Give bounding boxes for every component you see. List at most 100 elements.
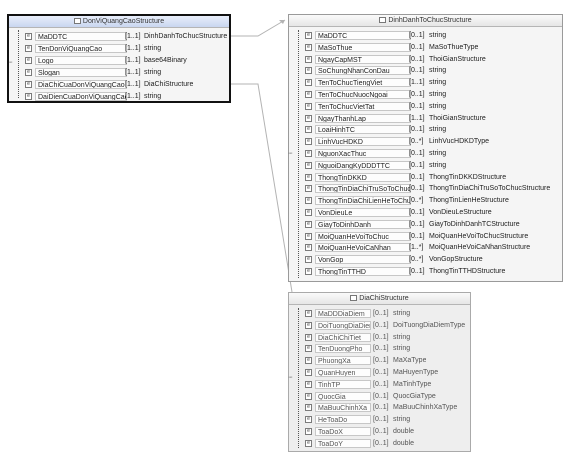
field-row-thongtindkkd[interactable]: e ThongTinDKKD [0..1] ThongTinDKKDStructure xyxy=(289,172,562,184)
field-cardinality: [0..1] xyxy=(373,427,389,435)
field-name[interactable]: QuocGia xyxy=(315,391,371,401)
field-row-slogan[interactable]: e Slogan [1..1] string xyxy=(9,67,229,79)
field-row-maddtc[interactable]: e MaDDTC [0..1] string xyxy=(289,30,562,42)
dinh-danh-to-chuc-structure-box[interactable]: DinhDanhToChucStructure e MaDDTC [0..1] str… xyxy=(288,14,563,282)
field-name[interactable]: MaBuuChinhXa xyxy=(315,403,371,413)
field-type: string xyxy=(393,333,411,341)
field-row-thongtindiachilienhetochuc[interactable]: e ThongTinDiaChiLienHeToChuc [0..*] ThongTi… xyxy=(289,195,562,207)
field-cardinality: [0..1] xyxy=(409,90,425,98)
field-name[interactable]: TenDonViQuangCao xyxy=(35,44,127,53)
field-name[interactable]: MaDDTC xyxy=(315,31,411,40)
field-row-madddiadiem[interactable]: e MaDDDiaDiem [0..1] string xyxy=(289,308,470,320)
field-name[interactable]: NgayCapMST xyxy=(315,54,411,64)
field-name[interactable]: MoiQuanHeVoiToChuc xyxy=(315,231,411,241)
field-name[interactable]: ToaDoY xyxy=(315,438,371,448)
dia-chi-structure-box[interactable]: DiaChiStructure e MaDDDiaDiem [0..1] string… xyxy=(288,292,471,452)
field-row-toadox[interactable]: e ToaDoX [0..1] double xyxy=(289,426,470,438)
field-name[interactable]: Logo xyxy=(35,56,127,65)
field-name[interactable]: ThongTinTTHD xyxy=(315,266,411,276)
field-name[interactable]: VonDieuLe xyxy=(315,207,411,217)
field-row-toadoy[interactable]: e ToaDoY [0..1] double xyxy=(289,438,470,450)
field-row-phuongxa[interactable]: e PhuongXa [0..1] MaXaType xyxy=(289,355,470,367)
field-row-ngaycapmst[interactable]: e NgayCapMST [0..1] ThoiGianStructure xyxy=(289,54,562,66)
field-row-tentochucnuocngoai[interactable]: e TenToChucNuocNgoai [0..1] string xyxy=(289,89,562,101)
field-row-diachicuadonviquangcao[interactable]: e DiaChiCuaDonViQuangCao [1..1] DiaChiStruc… xyxy=(9,79,229,91)
field-row-quocgia[interactable]: e QuocGia [0..1] QuocGiaType xyxy=(289,391,470,403)
field-cardinality: [1..1] xyxy=(125,93,141,100)
field-cardinality: [1..1] xyxy=(125,81,141,88)
field-row-tenduongpho[interactable]: e TenDuongPho [0..1] string xyxy=(289,343,470,355)
field-row-diachichitiet[interactable]: e DiaChiChiTiet [0..1] string xyxy=(289,332,470,344)
element-icon: e xyxy=(305,333,312,341)
field-cardinality: [1..1] xyxy=(125,57,141,64)
field-name[interactable]: ThongTinDKKD xyxy=(315,172,411,182)
field-row-tendonviquangcao[interactable]: e TenDonViQuangCao [1..1] string xyxy=(9,43,229,55)
field-row-vongop[interactable]: e VonGop [0..*] VonGopStructure xyxy=(289,254,562,266)
field-name[interactable]: MaDDDiaDiem xyxy=(315,309,371,318)
field-row-linhvuchdkd[interactable]: e LinhVucHDKD [0..*] LinhVucHDKDType xyxy=(289,136,562,148)
field-row-thongtindiachitrusotochuc[interactable]: e ThongTinDiaChiTruSoToChuc [0..1] ThongTin… xyxy=(289,183,562,195)
field-row-maddtc[interactable]: e MaDDTC [1..1] DinhDanhToChucStructure xyxy=(9,31,229,43)
don-vi-quang-cao-structure-box[interactable]: DonViQuangCaoStructure e MaDDTC [1..1] Dinh… xyxy=(7,14,231,103)
dia-chi-header[interactable]: DiaChiStructure xyxy=(289,293,470,305)
field-name[interactable]: SoChungNhanConDau xyxy=(315,66,411,76)
field-name[interactable]: LinhVucHDKD xyxy=(315,137,411,147)
field-type: ThongTinTTHDStructure xyxy=(429,267,506,275)
field-name[interactable]: TenToChucTiengViet xyxy=(315,78,411,88)
field-name[interactable]: DaiDienCuaDonViQuangCao xyxy=(35,92,127,101)
field-name[interactable]: Slogan xyxy=(35,68,127,77)
field-row-hetoado[interactable]: e HeToaDo [0..1] string xyxy=(289,414,470,426)
field-type: double xyxy=(393,427,415,435)
don-vi-quang-cao-header[interactable]: DonViQuangCaoStructure xyxy=(9,16,229,28)
field-name[interactable]: VonGop xyxy=(315,255,411,265)
field-row-moiquanhevoitochuc[interactable]: e MoiQuanHeVoiToChuc [0..1] MoiQuanHeVoiToC… xyxy=(289,231,562,243)
field-row-tinhtp[interactable]: e TinhTP [0..1] MaTinhType xyxy=(289,379,470,391)
field-type: DiaChiStructure xyxy=(144,81,194,88)
field-name[interactable]: MaSoThue xyxy=(315,42,411,52)
field-row-thongtintthd[interactable]: e ThongTinTTHD [0..1] ThongTinTTHDStructure xyxy=(289,266,562,278)
field-row-moiquanhevoicanhan[interactable]: e MoiQuanHeVoiCaNhan [1..*] MoiQuanHeVoiCaN… xyxy=(289,242,562,254)
field-cardinality: [1..1] xyxy=(409,79,425,87)
element-icon: e xyxy=(305,43,312,51)
field-name[interactable]: NguonXacThuc xyxy=(315,148,411,158)
field-name[interactable]: PhuongXa xyxy=(315,356,371,366)
field-name[interactable]: NgayThanhLap xyxy=(315,113,411,123)
field-row-nguonxacthuc[interactable]: e NguonXacThuc [0..1] string xyxy=(289,148,562,160)
field-name[interactable]: TenToChucVietTat xyxy=(315,101,411,111)
field-row-nguoidangkydddttc[interactable]: e NguoiDangKyDDDTTC [0..1] string xyxy=(289,160,562,172)
field-name[interactable]: TenToChucNuocNgoai xyxy=(315,89,411,99)
field-name[interactable]: TinhTP xyxy=(315,379,371,389)
field-type: string xyxy=(393,310,411,317)
field-name[interactable]: MoiQuanHeVoiCaNhan xyxy=(315,243,411,253)
field-row-giaytodinhdanh[interactable]: e GiayToDinhDanh [0..1] GiayToDinhDanhTCStr… xyxy=(289,219,562,231)
sequence-indicator-dinh-danh[interactable]: ··· xyxy=(288,150,293,157)
sequence-indicator-dia-chi[interactable]: ··· xyxy=(288,374,293,381)
field-name[interactable]: LoaiHinhTC xyxy=(315,125,411,135)
field-row-masothue[interactable]: e MaSoThue [0..1] MaSoThueType xyxy=(289,42,562,54)
dinh-danh-to-chuc-header[interactable]: DinhDanhToChucStructure xyxy=(289,15,562,27)
sequence-indicator-don-vi[interactable]: ··· xyxy=(8,59,13,66)
field-row-doituongdiadiem[interactable]: e DoiTuongDiaDiem [0..1] DoiTuongDiaDiemTyp… xyxy=(289,320,470,332)
field-row-daidiencuadonviquangcao[interactable]: e DaiDienCuaDonViQuangCao [1..1] string xyxy=(9,91,229,103)
field-row-tentochucviettat[interactable]: e TenToChucVietTat [0..1] string xyxy=(289,101,562,113)
field-row-quanhuyen[interactable]: e QuanHuyen [0..1] MaHuyenType xyxy=(289,367,470,379)
field-name[interactable]: DoiTuongDiaDiem xyxy=(315,320,371,330)
field-name[interactable]: QuanHuyen xyxy=(315,367,371,377)
field-name[interactable]: TenDuongPho xyxy=(315,344,371,354)
field-name[interactable]: ThongTinDiaChiTruSoToChuc xyxy=(315,184,411,194)
field-name[interactable]: ThongTinDiaChiLienHeToChuc xyxy=(315,196,411,206)
field-row-vondieule[interactable]: e VonDieuLe [0..1] VonDieuLeStructure xyxy=(289,207,562,219)
field-row-ngaythanhlap[interactable]: e NgayThanhLap [1..1] ThoiGianStructure xyxy=(289,113,562,125)
field-name[interactable]: NguoiDangKyDDDTTC xyxy=(315,160,411,170)
field-row-tentochuctiengviet[interactable]: e TenToChucTiengViet [1..1] string xyxy=(289,77,562,89)
field-row-loaihinhtc[interactable]: e LoaiHinhTC [0..1] string xyxy=(289,124,562,136)
field-name[interactable]: DiaChiChiTiet xyxy=(315,332,371,342)
field-row-sochungnhancondau[interactable]: e SoChungNhanConDau [0..1] string xyxy=(289,65,562,77)
field-row-mabuuchinhxa[interactable]: e MaBuuChinhXa [0..1] MaBuuChinhXaType xyxy=(289,402,470,414)
field-row-logo[interactable]: e Logo [1..1] base64Binary xyxy=(9,55,229,67)
field-name[interactable]: MaDDTC xyxy=(35,32,127,41)
field-name[interactable]: DiaChiCuaDonViQuangCao xyxy=(35,80,127,89)
field-name[interactable]: GiayToDinhDanh xyxy=(315,219,411,229)
field-name[interactable]: HeToaDo xyxy=(315,415,371,425)
field-name[interactable]: ToaDoX xyxy=(315,426,371,436)
